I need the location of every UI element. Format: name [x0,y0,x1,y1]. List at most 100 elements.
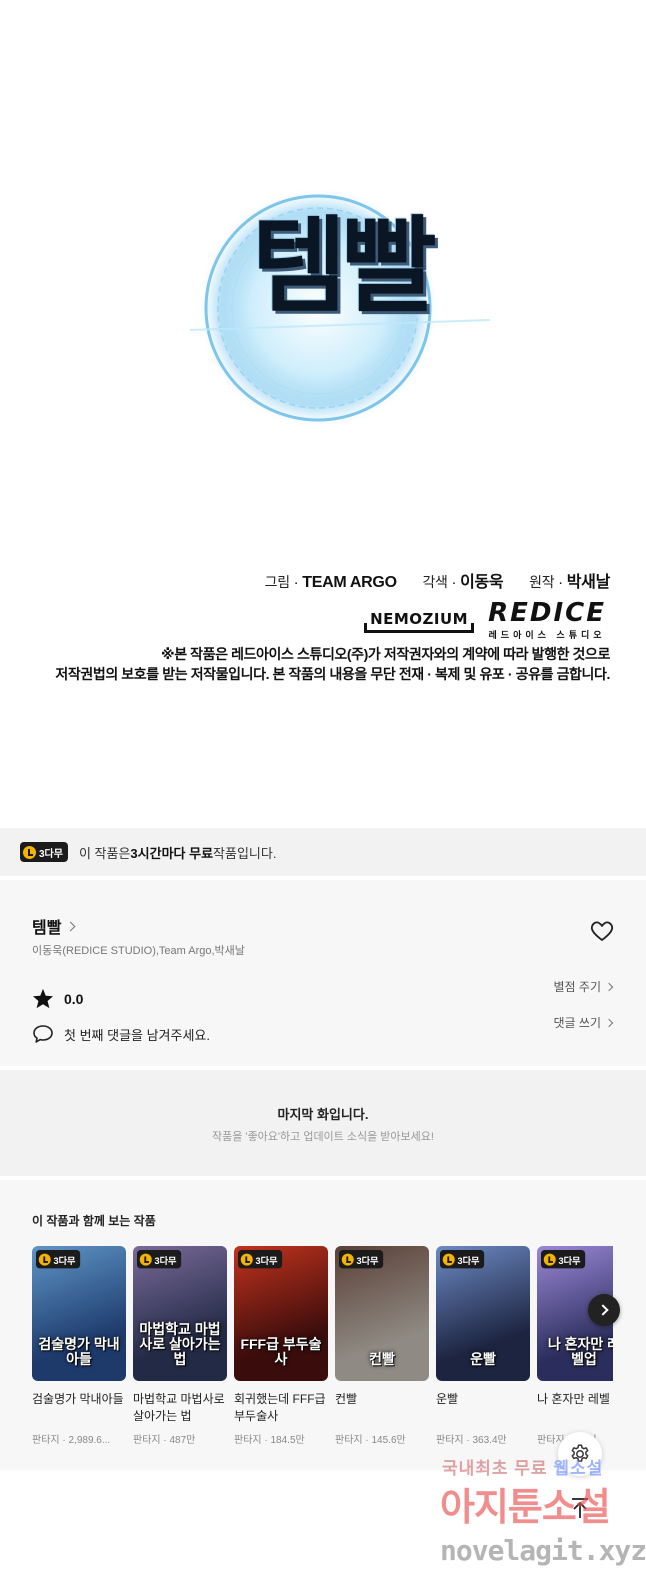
rec-thumbnail: 3다무 FFF급 부두술사 [234,1246,328,1381]
watermark-line-3: novelagit.xyz [440,1534,646,1567]
badge-label: 3다무 [154,1255,177,1267]
badge-label: 3다무 [53,1255,76,1267]
badge-label: 3다무 [356,1255,379,1267]
series-title-link[interactable]: 템빨 [32,914,76,938]
series-logo: 템빨 [180,190,500,450]
last-episode-notice: 마지막 화입니다. 작품을 '좋아요'하고 업데이트 소식을 받아보세요! [0,1070,646,1176]
free-text-bold: 3시간마다 무료 [130,845,214,861]
cover-title: 나 혼자만 레벨업 [547,1336,613,1367]
adapt-value: 이동욱 [460,574,504,591]
rec-title: 컨빨 [335,1392,358,1406]
rec-card[interactable]: 3다무 컨빨 컨빨 판타지 · 145.6만 [335,1246,429,1446]
series-logo-text: 템빨 [251,204,436,327]
original-label: 원작 [529,574,555,590]
notice-line: 저작권법의 보호를 받는 저작물입니다. 본 작품의 내용을 무단 전재 · 복… [55,666,610,682]
separator: · [558,574,563,591]
rec-meta: 판타지 · 363.4만 [436,1435,507,1446]
badge-label: 3다무 [558,1255,581,1267]
cover-title: FFF급 부두술사 [240,1336,322,1367]
free-text-before: 이 작품은 [78,845,131,861]
rec-meta: 판타지 · 487만 [133,1435,196,1446]
clock-icon [341,1253,354,1266]
rec-card[interactable]: 3다무 검술명가 막내아들 검술명가 막내아들 판타지 · 2,989.6... [32,1246,126,1446]
cover-title: 컨빨 [369,1351,395,1367]
badge-label: 3다무 [39,848,63,860]
last-episode-subtitle: 작품을 '좋아요'하고 업데이트 소식을 받아보세요! [212,1131,434,1143]
rec-thumbnail: 3다무 컨빨 [335,1246,429,1381]
wait-free-badge: 3다무 [440,1250,485,1269]
rec-card[interactable]: 3다무 FFF급 부두술사 회귀했는데 FFF급 부두술사 판타지 · 184.… [234,1246,328,1446]
art-label: 그림 [264,574,290,590]
cover-title: 운빨 [470,1351,496,1367]
free-text-after: 작품입니다. [213,845,277,861]
free-notice-bar: 3다무 이 작품은 3시간마다 무료 작품입니다. [0,828,646,876]
arrow-up-icon [572,1498,588,1518]
scroll-top-button[interactable] [558,1486,602,1530]
star-icon [32,988,54,1009]
chevron-right-icon [604,982,614,991]
copyright-notice: ※본 작품은 레드아이스 스튜디오(주)가 저작권자와의 계약에 따라 발행한 … [55,644,610,684]
wait-free-badge: 3다무 [36,1250,81,1269]
write-comment-button[interactable]: 댓글 쓰기 [553,1014,614,1031]
chevron-right-icon [596,1304,609,1316]
credits-line: 그림 · TEAM ARGO 각색 · 이동욱 원작 · 박새날 [264,568,611,592]
wait-free-badge: 3다무 [238,1250,283,1269]
series-info-card: 템빨 이동욱(REDICE STUDIO),Team Argo,박새날 0.0 … [0,880,646,1066]
redice-logo-sub: 레드아이스 스튜디오 [488,630,606,640]
series-title: 템빨 [32,920,62,937]
adapt-label: 각색 [422,574,448,590]
rec-meta: 판타지 · 145.6만 [335,1435,406,1446]
cover-title: 검술명가 막내아들 [38,1336,120,1367]
rec-thumbnail: 3다무 검술명가 막내아들 [32,1246,126,1381]
wait-free-badge: 3다무 [20,842,68,862]
carousel-next-button[interactable] [588,1294,620,1326]
separator: · [293,574,299,591]
gear-icon [571,1444,589,1462]
recommendations-section: 이 작품과 함께 보는 작품 3다무 검술명가 막내아들 검술명가 막내아들 판… [0,1180,646,1470]
clock-icon [240,1253,253,1266]
wait-free-badge: 3다무 [339,1250,384,1269]
redice-logo-text: REDICE [488,598,606,628]
last-episode-title: 마지막 화입니다. [277,1107,369,1122]
rec-title: 나 혼자만 레벨 [537,1392,610,1406]
rec-title: 마법학교 마법사로 살아가는 법 [133,1392,225,1423]
rate-button[interactable]: 별점 주기 [553,978,614,995]
rec-card[interactable]: 3다무 나 혼자만 레벨업 나 혼자만 레벨 판타지 · 3.9억 [537,1246,613,1446]
separator: · [451,574,457,591]
badge-label: 3다무 [255,1255,278,1267]
wait-free-badge: 3다무 [137,1250,182,1269]
comment-prompt-row[interactable]: 첫 번째 댓글을 남겨주세요. [32,1024,210,1044]
write-comment-label: 댓글 쓰기 [553,1016,602,1030]
nemozium-logo: NEMOZIUM [364,608,475,633]
recommendations-carousel: 3다무 검술명가 막내아들 검술명가 막내아들 판타지 · 2,989.6...… [32,1246,613,1456]
rec-meta: 판타지 · 184.5만 [234,1435,305,1446]
settings-button[interactable] [558,1432,602,1476]
rate-label: 별점 주기 [553,980,602,994]
rec-title: 검술명가 막내아들 [32,1392,124,1406]
rec-meta: 판타지 · 2,989.6... [32,1435,111,1446]
rec-thumbnail: 3다무 운빨 [436,1246,530,1381]
chevron-right-icon [66,921,76,931]
comment-prompt: 첫 번째 댓글을 남겨주세요. [64,1027,211,1043]
redice-logo: REDICE 레드아이스 스튜디오 [488,600,606,641]
rec-title: 회귀했는데 FFF급 부두술사 [234,1392,326,1423]
rec-card[interactable]: 3다무 마법학교 마법사로 살아가는 법 마법학교 마법사로 살아가는 법 판타… [133,1246,227,1446]
rating-value: 0.0 [64,990,84,1007]
clock-icon [442,1253,455,1266]
rating-row: 0.0 [32,988,83,1009]
wait-free-badge: 3다무 [541,1250,586,1269]
heart-icon[interactable] [590,920,614,942]
clock-icon [139,1253,152,1266]
clock-icon [23,845,36,859]
rec-thumbnail: 3다무 마법학교 마법사로 살아가는 법 [133,1246,227,1381]
notice-line: ※본 작품은 레드아이스 스튜디오(주)가 저작권자와의 계약에 따라 발행한 … [160,646,610,662]
episode-end-panel: 템빨 그림 · TEAM ARGO 각색 · 이동욱 원작 · 박새날 NEMO… [0,0,646,828]
rec-card[interactable]: 3다무 운빨 운빨 판타지 · 363.4만 [436,1246,530,1446]
badge-label: 3다무 [457,1255,480,1267]
comment-icon [33,1025,53,1043]
art-value: TEAM ARGO [302,574,397,591]
rec-title: 운빨 [436,1392,459,1406]
clock-icon [543,1253,556,1266]
site-watermark: 국내최초 무료 웹소설 아지툰소설 novelagit.xyz [440,1454,646,1584]
chevron-right-icon [604,1018,614,1027]
